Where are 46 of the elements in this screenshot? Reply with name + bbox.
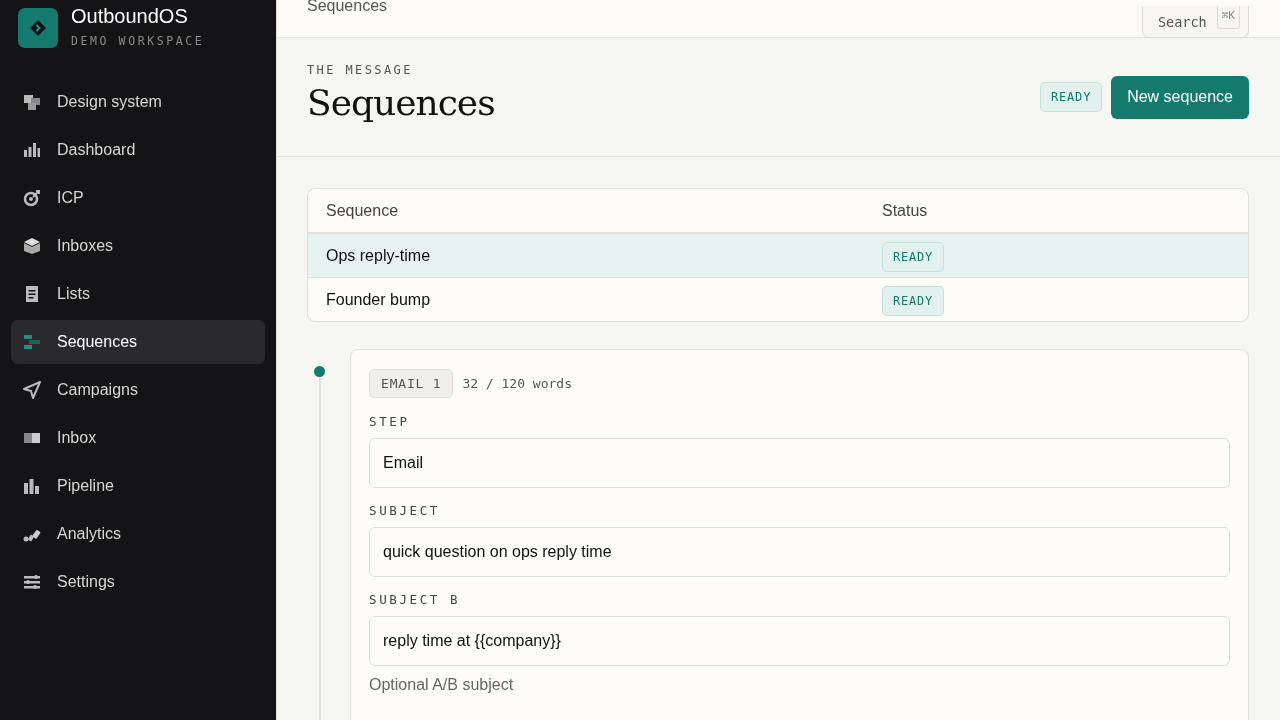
document-icon [23,285,41,303]
word-count: 32 / 120 words [462,376,572,391]
settings-icon [23,573,41,591]
eyebrow-label: THE MESSAGE [307,63,414,77]
table-cell: Ops reply-time [308,233,864,277]
bar-chart-icon [23,141,41,159]
new-sequence-button[interactable]: New sequence [1111,75,1249,119]
sidebar-item[interactable]: ICP [11,176,265,220]
squares-icon [23,93,41,111]
sidebar-item[interactable]: Lists [11,272,265,316]
sidebar-item[interactable]: Settings [11,560,265,604]
sidebar-item[interactable]: Sequences [11,320,265,364]
sidebar-item[interactable]: Campaigns [11,368,265,412]
field-label: STEP [369,414,411,429]
input-field[interactable]: reply time at {{company}} [369,616,1230,666]
app-logo [18,8,58,48]
breadcrumb: Sequences [307,0,388,15]
workspace-name: DEMO WORKSPACE [71,34,205,48]
sidebar-item[interactable]: Inboxes [11,224,265,268]
input-field[interactable]: Email [369,438,1230,488]
bar-chart-icon [23,477,41,495]
sidebar-item[interactable]: Dashboard [11,128,265,172]
table-cell: Founder bump [308,277,864,321]
search-button[interactable]: Search ⌘K [1141,6,1249,38]
field-label: SUBJECT B [369,592,462,607]
box-icon [23,237,41,255]
target-icon [23,189,41,207]
send-icon [23,381,41,399]
table-row[interactable]: Founder bump READY [308,277,1248,321]
sidebar-item[interactable]: Analytics [11,512,265,556]
field-label: SUBJECT [369,503,441,518]
status-badge: READY [882,241,945,272]
page-title: Sequences [307,82,495,123]
input-field[interactable]: quick question on ops reply time [369,527,1230,577]
app-name: OutboundOS [71,5,189,28]
status-badge: READY [882,285,945,316]
sidebar-item[interactable]: Pipeline [11,464,265,508]
status-badge: READY [1040,82,1103,112]
timeline-dot [314,366,325,377]
sidebar-item[interactable]: Inbox [11,416,265,460]
shortcut-key: ⌘K [1216,6,1240,29]
sidebar-item[interactable]: Design system [11,80,265,124]
field-hint: Optional A/B subject [369,676,515,694]
step-tag: EMAIL 1 [369,369,454,398]
table-row[interactable]: Ops reply-time READY [308,233,1248,277]
steps-icon [23,333,41,351]
